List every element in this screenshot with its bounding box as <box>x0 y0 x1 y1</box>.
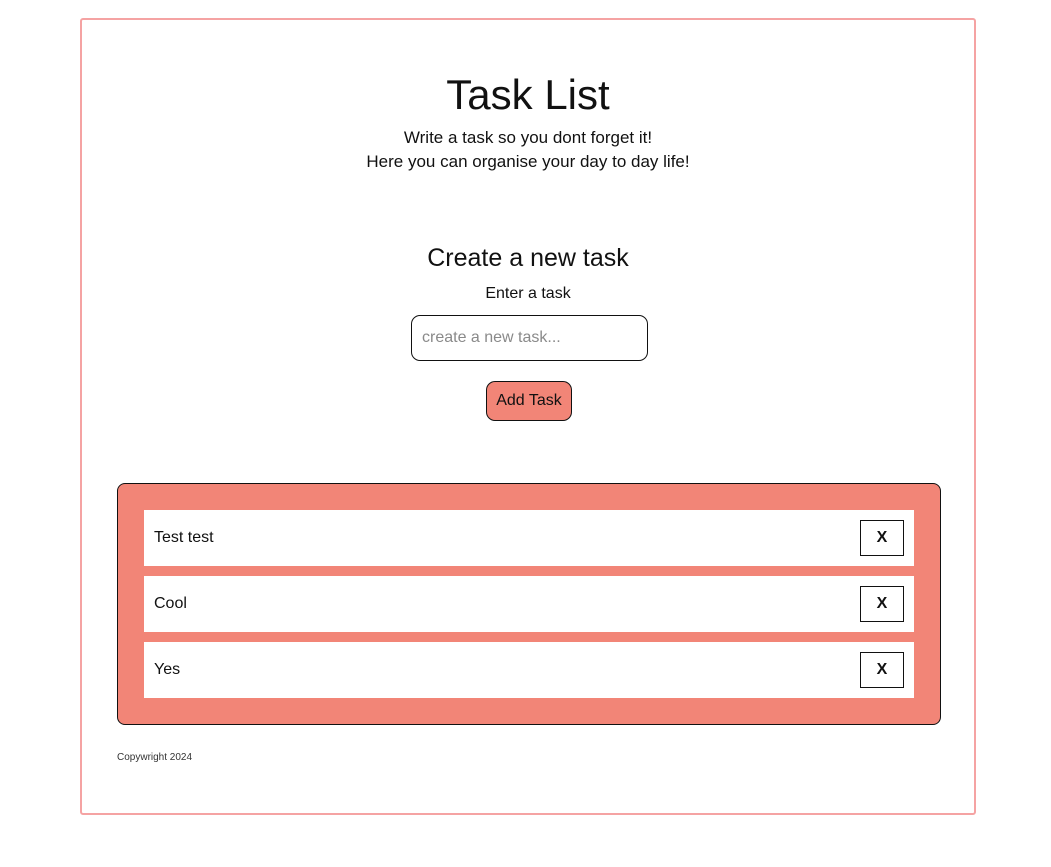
task-input-label: Enter a task <box>485 285 571 302</box>
page-frame: Task List Write a task so you dont forge… <box>80 18 976 815</box>
task-list: Test test X Cool X Yes X <box>117 483 941 725</box>
task-text: Test test <box>154 529 214 546</box>
create-task-heading: Create a new task <box>427 244 629 272</box>
footer-copyright: Copywright 2024 <box>117 752 193 763</box>
delete-task-button[interactable]: X <box>860 586 904 622</box>
task-text: Cool <box>154 595 187 612</box>
page-title: Task List <box>446 71 610 118</box>
add-task-button[interactable]: Add Task <box>486 381 572 421</box>
page-subtitle-line1: Write a task so you dont forget it! <box>403 128 653 147</box>
task-item: Yes X <box>144 642 914 698</box>
task-input[interactable] <box>411 315 648 361</box>
task-item: Cool X <box>144 576 914 632</box>
task-item: Test test X <box>144 510 914 566</box>
task-text: Yes <box>154 661 181 678</box>
delete-task-button[interactable]: X <box>860 652 904 688</box>
delete-task-button[interactable]: X <box>860 520 904 556</box>
page-subtitle-line2: Here you can organise your day to day li… <box>366 152 690 171</box>
